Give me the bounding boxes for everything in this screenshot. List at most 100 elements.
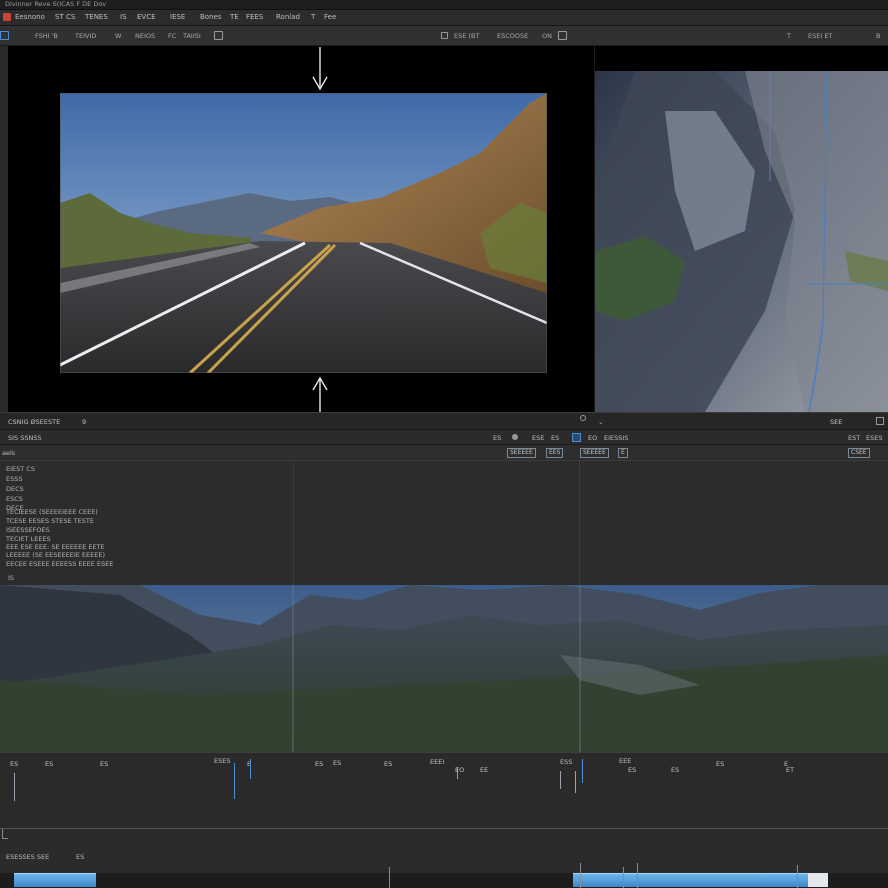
timeline-control[interactable]: EST (848, 434, 860, 442)
track-value: ES (76, 853, 85, 861)
timeline-control[interactable]: ES (493, 434, 501, 442)
source-viewer[interactable] (8, 46, 594, 412)
playhead-marker[interactable] (623, 867, 624, 888)
list-item[interactable]: ESCS (6, 495, 23, 503)
toolbar-item[interactable]: FSHI 'B (35, 32, 58, 40)
chevron-down-icon[interactable]: ⌄ (598, 418, 604, 426)
ruler-label: ESES (214, 757, 231, 765)
menu-item[interactable]: ST CS (55, 13, 75, 21)
menu-item[interactable]: Bones (200, 13, 221, 21)
timeline-toolbar-label: aels (2, 449, 16, 457)
clip-landscape-image (0, 585, 888, 752)
settings-icon[interactable] (441, 32, 448, 39)
list-item[interactable]: DECS (6, 485, 24, 493)
ruler-label: ES (628, 766, 637, 774)
timeline-control[interactable]: ES (551, 434, 559, 442)
toolbar: FSHI 'B TEIVID W NEIOS FC TAIISI ESE (BT… (0, 26, 888, 46)
sync-icon[interactable] (580, 415, 586, 421)
audio-clip[interactable] (573, 873, 808, 887)
edit-mode-button[interactable]: SEEEEE (580, 448, 609, 458)
timeline-control[interactable]: ESES (866, 434, 882, 442)
menu-item[interactable]: FEES (246, 13, 263, 21)
timecode-value: 9 (82, 418, 87, 426)
ruler-label: ES (671, 766, 680, 774)
playhead-marker[interactable] (797, 865, 798, 888)
playhead-marker[interactable] (580, 863, 581, 888)
toolbar-item[interactable]: TEIVID (75, 32, 96, 40)
timeline-header: SIS SSNSS ES ESE ES EO EIESSIS EST ESES (0, 430, 888, 445)
playhead-marker[interactable] (389, 867, 390, 888)
app-logo-icon (3, 13, 11, 21)
snap-icon[interactable] (572, 433, 581, 442)
toolbar-item[interactable]: ON (542, 32, 552, 40)
list-item[interactable]: TECIEESE (SEEEEIEEE CEEE) (6, 508, 98, 516)
list-item[interactable]: LEEEEE (SE EESEEEEIE EEEEE) (6, 551, 105, 559)
app-title: Divinner Reve S(ICAS F DE Dov (5, 0, 107, 8)
source-frame-image (60, 93, 547, 373)
menu-item[interactable]: IS (120, 13, 127, 21)
list-item[interactable]: TCESE EESES STESE TESTE (6, 517, 94, 525)
title-bar: Divinner Reve S(ICAS F DE Dov (0, 0, 888, 10)
menu-item[interactable]: Ronlad (276, 13, 300, 21)
ruler-label: ES (716, 760, 725, 768)
up-arrow-icon (312, 47, 328, 91)
toolbar-item[interactable]: ESCOOSE (497, 32, 528, 40)
edit-mode-button[interactable]: EES (546, 448, 564, 458)
timeline-ruler[interactable]: ES ES ES ESES E ES ES ES EEEI EO EE ESS … (0, 752, 888, 828)
playhead-marker[interactable] (637, 863, 638, 888)
ruler-tick (234, 763, 235, 799)
ruler-tick (14, 773, 15, 801)
audio-clip[interactable] (14, 873, 96, 887)
list-item[interactable]: ESSS (6, 475, 23, 483)
ruler-label: EEEI (430, 758, 445, 766)
ruler-label: ES (10, 760, 19, 768)
panel-divider (579, 461, 580, 585)
list-item[interactable]: TECIET LEEES (6, 535, 51, 543)
sidebar-toggle-icon[interactable] (0, 31, 9, 40)
list-item[interactable]: EECEE ESEEE EEEESS EEEE ESEE (6, 560, 113, 568)
edit-mode-button[interactable]: E (618, 448, 628, 458)
timeline-control[interactable]: EO (588, 434, 597, 442)
record-icon[interactable] (512, 434, 518, 440)
toolbar-item[interactable]: FC (168, 32, 176, 40)
ruler-label: ESS (560, 758, 573, 766)
timeline-control[interactable]: EIESSIS (604, 434, 628, 442)
toolbar-item[interactable]: NEIOS (135, 32, 155, 40)
ruler-label: EE (480, 766, 489, 774)
menu-item[interactable]: IESE (170, 13, 185, 21)
timeline-title: SIS SSNSS (8, 434, 42, 442)
toolbar-item[interactable]: T (787, 32, 791, 40)
program-viewer[interactable] (595, 46, 888, 412)
menu-item[interactable]: TE (230, 13, 239, 21)
fullscreen-icon[interactable] (558, 31, 567, 40)
menu-item[interactable]: Eesnono (15, 13, 45, 21)
menu-item[interactable]: T (311, 13, 315, 21)
menu-item[interactable]: TENES (85, 13, 108, 21)
toolbar-item[interactable]: ESE (BT (454, 32, 479, 40)
timeline-clip-thumbnail[interactable] (0, 585, 888, 752)
track-label: ESESSES SEE (6, 853, 50, 861)
audio-clip-end[interactable] (808, 873, 828, 887)
menu-item[interactable]: Fee (324, 13, 336, 21)
program-frame-image (595, 71, 888, 412)
ruler-tick (457, 767, 458, 779)
zoom-button[interactable]: CSEE (848, 448, 870, 458)
list-item[interactable]: ISEESSEFOES (6, 526, 50, 534)
panel-menu-icon[interactable] (876, 417, 884, 425)
image-icon[interactable] (214, 31, 223, 40)
ruler-tick (575, 771, 576, 793)
inspector-footer: IS (8, 574, 15, 582)
track-handle-icon[interactable] (2, 829, 8, 839)
toolbar-item[interactable]: ESEI ET (808, 32, 832, 40)
toolbar-item[interactable]: W (115, 32, 121, 40)
timeline-control[interactable]: ESE (532, 434, 544, 442)
ruler-label: ES (45, 760, 54, 768)
edit-mode-button[interactable]: SEEEEE (507, 448, 536, 458)
audio-track-panel: ESESSES SEE ES (0, 828, 888, 888)
inspector-panel: EIEST CS ESSS DECS ESCS DECE TECIEESE (S… (0, 461, 888, 585)
menu-item[interactable]: EVCE (137, 13, 156, 21)
list-item[interactable]: EIEST CS (6, 465, 35, 473)
toolbar-item[interactable]: B (876, 32, 880, 40)
list-item[interactable]: EEE ESE EEE: SE EEEEEE EETE (6, 543, 105, 551)
toolbar-item[interactable]: TAIISI (183, 32, 201, 40)
